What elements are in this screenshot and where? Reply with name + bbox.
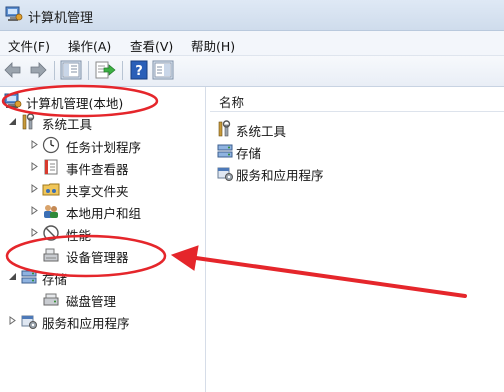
- forward-icon[interactable]: [26, 60, 48, 80]
- computer-management-window: 计算机管理 文件(F) 操作(A) 查看(V) 帮助(H) ? 计算机管理(本地…: [0, 0, 504, 392]
- export-list-icon[interactable]: [94, 60, 116, 80]
- toolbar-separator: [88, 61, 89, 80]
- back-icon[interactable]: [3, 60, 25, 80]
- expand-arrow-icon[interactable]: [30, 140, 39, 149]
- title-bar: 计算机管理: [0, 0, 504, 31]
- help-icon[interactable]: ?: [128, 60, 150, 80]
- toolbar: ?: [0, 56, 504, 87]
- tree-node-services-applications[interactable]: 服务和应用程序: [8, 311, 188, 331]
- tree-label: 任务计划程序: [66, 140, 142, 155]
- tree-label: 本地用户和组: [66, 206, 142, 221]
- menu-file[interactable]: 文件(F): [8, 36, 50, 55]
- users-icon: [44, 205, 58, 218]
- expand-arrow-icon[interactable]: [30, 206, 39, 215]
- tree-node-task-scheduler[interactable]: 任务计划程序: [30, 135, 190, 155]
- tree-label: 服务和应用程序: [42, 316, 130, 331]
- tree-node-storage[interactable]: 存储: [8, 267, 128, 287]
- clock-icon: [42, 136, 60, 154]
- results-pane: 名称 系统工具 存储 服务和应用程序: [210, 87, 504, 392]
- tree-label: 共享文件夹: [66, 184, 129, 199]
- collapse-arrow-icon[interactable]: [8, 117, 17, 126]
- expand-arrow-icon[interactable]: [30, 162, 39, 171]
- list-item-label: 服务和应用程序: [236, 168, 324, 183]
- list-item-storage[interactable]: 存储: [216, 141, 336, 161]
- menu-view[interactable]: 查看(V): [130, 36, 173, 55]
- toolbar-separator: [122, 61, 123, 80]
- storage-icon: [217, 144, 233, 158]
- system-tools-icon: [218, 120, 231, 137]
- disk-management-icon: [43, 293, 59, 306]
- tree-node-event-viewer[interactable]: 事件查看器: [30, 157, 190, 177]
- properties-icon[interactable]: [152, 60, 174, 80]
- console-tree: 计算机管理(本地) 系统工具 任务计划程序 事件查看器 共享文件夹 本地用户和组…: [0, 87, 206, 392]
- tree-label: 事件查看器: [66, 162, 129, 177]
- menu-help[interactable]: 帮助(H): [191, 36, 235, 55]
- tree-node-disk-management[interactable]: 磁盘管理: [30, 289, 170, 309]
- column-header-label: 名称: [219, 95, 245, 110]
- window-title: 计算机管理: [28, 11, 94, 26]
- show-hide-tree-icon[interactable]: [60, 60, 82, 80]
- system-tools-icon: [22, 113, 35, 130]
- device-manager-icon: [43, 248, 59, 262]
- shared-folder-icon: [42, 183, 60, 196]
- tree-label: 设备管理器: [66, 250, 129, 265]
- tree-node-computer-management-local[interactable]: 计算机管理(本地): [4, 91, 154, 111]
- performance-icon: [43, 225, 59, 241]
- toolbar-separator: [54, 61, 55, 80]
- list-item-services-applications[interactable]: 服务和应用程序: [216, 163, 376, 183]
- tree-label: 性能: [66, 228, 92, 243]
- computer-management-icon: [4, 93, 22, 108]
- column-header-name[interactable]: 名称: [210, 87, 504, 112]
- menu-bar: 文件(F) 操作(A) 查看(V) 帮助(H): [0, 31, 504, 56]
- tree-label: 存储: [42, 272, 68, 287]
- tree-node-system-tools[interactable]: 系统工具: [8, 112, 148, 132]
- services-applications-icon: [217, 167, 233, 181]
- list-item-system-tools[interactable]: 系统工具: [216, 119, 336, 139]
- list-item-label: 系统工具: [236, 124, 287, 139]
- event-viewer-icon: [44, 159, 58, 175]
- expand-arrow-icon[interactable]: [8, 316, 17, 325]
- collapse-arrow-icon[interactable]: [8, 272, 17, 281]
- tree-label: 磁盘管理: [66, 294, 117, 309]
- tree-node-performance[interactable]: 性能: [30, 223, 150, 243]
- tree-node-device-manager[interactable]: 设备管理器: [30, 245, 190, 265]
- list-item-label: 存储: [236, 146, 262, 161]
- tree-label: 计算机管理(本地): [26, 96, 124, 111]
- storage-icon: [21, 270, 37, 284]
- expand-arrow-icon[interactable]: [30, 228, 39, 237]
- svg-text:?: ?: [135, 64, 143, 79]
- computer-management-icon: [5, 6, 23, 21]
- tree-node-local-users-groups[interactable]: 本地用户和组: [30, 201, 195, 221]
- expand-arrow-icon[interactable]: [30, 184, 39, 193]
- tree-node-shared-folders[interactable]: 共享文件夹: [30, 179, 190, 199]
- services-applications-icon: [21, 315, 37, 329]
- menu-action[interactable]: 操作(A): [68, 36, 111, 55]
- tree-label: 系统工具: [42, 117, 93, 132]
